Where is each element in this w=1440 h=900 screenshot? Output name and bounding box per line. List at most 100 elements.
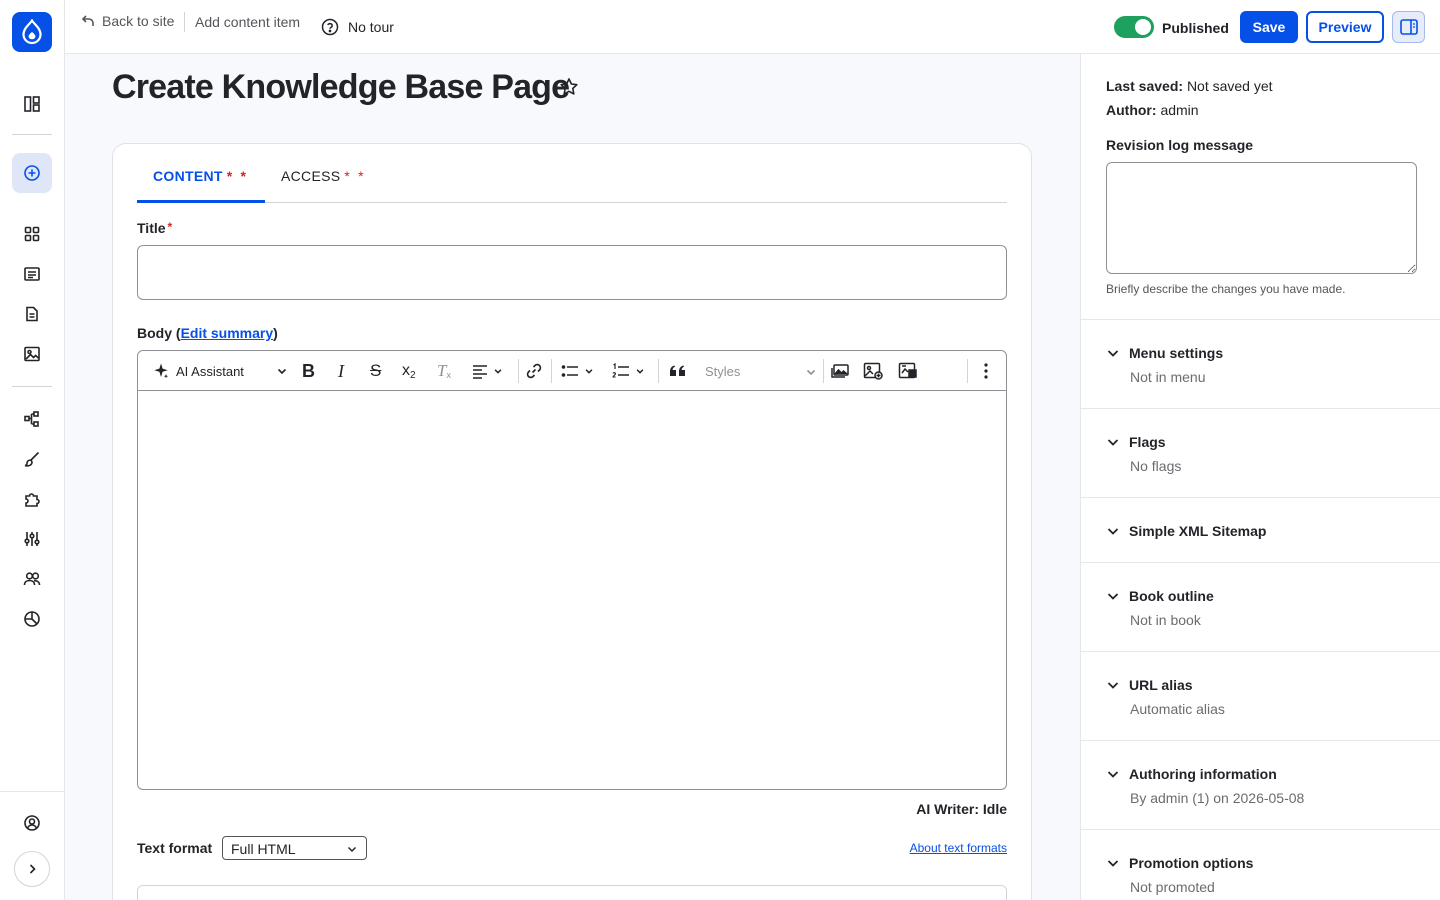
styles-dropdown[interactable]: Styles [705, 359, 817, 383]
tour-button[interactable]: No tour [321, 18, 394, 36]
accordion-summary: No flags [1130, 458, 1182, 474]
tour-label: No tour [348, 19, 394, 35]
chevron-down-icon [1107, 528, 1119, 535]
expand-sidebar-button[interactable] [14, 851, 50, 887]
about-text-formats-link[interactable]: About text formats [910, 841, 1007, 855]
author: Author: admin [1106, 102, 1199, 118]
chevron-down-icon [277, 368, 286, 375]
revision-log-input[interactable] [1106, 162, 1417, 274]
ai-assistant-label: AI Assistant [176, 363, 244, 379]
accordion-header[interactable]: URL alias [1106, 677, 1193, 693]
chevron-down-icon [347, 846, 357, 853]
accordion-header[interactable]: Menu settings [1106, 345, 1223, 361]
block-quote-icon[interactable] [669, 359, 687, 383]
admin-toolbar [0, 0, 65, 900]
ai-assistant-dropdown[interactable]: AI Assistant [152, 359, 288, 383]
author-label: Author: [1106, 102, 1157, 118]
accordion-summary: Not promoted [1130, 879, 1215, 895]
edit-summary-link[interactable]: Edit summary [181, 325, 274, 341]
toolbar-separator [551, 359, 552, 383]
toolbar-separator [658, 359, 659, 383]
back-to-site-label: Back to site [102, 13, 175, 29]
content-list-icon[interactable] [12, 254, 52, 294]
accordion-title: Authoring information [1129, 766, 1277, 782]
tab-content[interactable]: CONTENT * * [153, 168, 246, 184]
accordion-header[interactable]: Authoring information [1106, 766, 1277, 782]
accordion-title: Promotion options [1129, 855, 1254, 871]
chevron-right-icon [29, 864, 36, 874]
title-input[interactable] [137, 245, 1007, 300]
body-label: Body (Edit summary) [137, 325, 278, 341]
accordion-flags[interactable]: Flags No flags [1081, 408, 1440, 497]
strikethrough-icon[interactable]: S [370, 359, 381, 383]
numbered-list-icon [612, 362, 629, 378]
text-format-value: Full HTML [231, 841, 296, 857]
toggle-sidebar-button[interactable] [1392, 11, 1425, 43]
accordion-title: Simple XML Sitemap [1129, 523, 1267, 539]
back-to-site-link[interactable]: Back to site [81, 13, 174, 29]
structure-icon[interactable] [12, 399, 52, 439]
accordion-authoring-information[interactable]: Authoring information By admin (1) on 20… [1081, 740, 1440, 829]
last-saved-value: Not saved yet [1186, 78, 1273, 94]
accordion-url-alias[interactable]: URL alias Automatic alias [1081, 651, 1440, 740]
preview-button[interactable]: Preview [1306, 11, 1384, 43]
insert-drawio-icon[interactable] [898, 359, 918, 383]
required-marker: * [358, 168, 364, 184]
remove-format-icon[interactable]: Tx [437, 359, 451, 383]
drupal-logo-icon[interactable] [12, 12, 52, 52]
files-icon[interactable] [12, 294, 52, 334]
reports-pie-icon[interactable] [12, 599, 52, 639]
author-value: admin [1160, 102, 1199, 118]
styles-label: Styles [705, 363, 741, 379]
align-left-icon [473, 365, 487, 379]
user-account-icon[interactable] [12, 803, 52, 843]
accordion-summary: Not in book [1130, 612, 1201, 628]
published-toggle[interactable] [1114, 16, 1154, 38]
required-marker: * [344, 168, 351, 184]
chevron-down-icon [1107, 860, 1119, 867]
extend-puzzle-icon[interactable] [12, 479, 52, 519]
dashboard-icon[interactable] [12, 84, 52, 124]
accordion-header[interactable]: Promotion options [1106, 855, 1253, 871]
accordion-title: Menu settings [1129, 345, 1224, 361]
chevron-down-icon [585, 369, 593, 374]
media-icon[interactable] [12, 334, 52, 374]
bold-icon[interactable]: B [302, 359, 315, 383]
link-icon[interactable] [525, 359, 543, 383]
people-icon[interactable] [12, 559, 52, 599]
insert-image-icon[interactable] [863, 359, 883, 383]
title-label: Title * [137, 220, 172, 236]
text-align-dropdown[interactable] [471, 359, 503, 383]
numbered-list-dropdown[interactable] [612, 359, 645, 383]
accordion-promotion-options[interactable]: Promotion options Not promoted [1081, 829, 1440, 900]
content-grid-icon[interactable] [12, 214, 52, 254]
tab-access[interactable]: ACCESS * * [281, 168, 364, 184]
star-icon[interactable] [559, 77, 579, 97]
page-title: Create Knowledge Base Page [112, 68, 570, 106]
text-format-select[interactable]: Full HTML [222, 836, 367, 860]
editor-content-area[interactable] [138, 392, 1006, 789]
body-editor: AI Assistant B I S x2 Tx Styles [137, 350, 1007, 790]
subscript-icon[interactable]: x2 [402, 359, 416, 383]
accordion-simple-xml-sitemap[interactable]: Simple XML Sitemap [1081, 497, 1440, 562]
italic-icon[interactable]: I [338, 359, 344, 383]
accordion-summary: Automatic alias [1130, 701, 1225, 717]
accordion-book-outline[interactable]: Book outline Not in book [1081, 562, 1440, 651]
breadcrumb: Add content item [195, 14, 301, 30]
published-label: Published [1162, 20, 1229, 36]
more-options-icon[interactable] [978, 359, 994, 383]
next-field-box[interactable] [137, 885, 1007, 900]
accordion-header[interactable]: Simple XML Sitemap [1106, 523, 1266, 539]
accordion-menu-settings[interactable]: Menu settings Not in menu [1081, 319, 1440, 408]
content-form-card: CONTENT * * ACCESS * * Title * Body (Edit sum… [112, 143, 1032, 900]
sparkle-icon [154, 363, 169, 379]
paren: ) [273, 325, 278, 341]
configuration-sliders-icon[interactable] [12, 519, 52, 559]
save-button[interactable]: Save [1240, 11, 1298, 43]
create-content-icon[interactable] [12, 153, 52, 193]
accordion-header[interactable]: Flags [1106, 434, 1166, 450]
bulleted-list-dropdown[interactable] [561, 359, 594, 383]
appearance-brush-icon[interactable] [12, 439, 52, 479]
insert-media-icon[interactable] [831, 359, 849, 383]
accordion-header[interactable]: Book outline [1106, 588, 1214, 604]
